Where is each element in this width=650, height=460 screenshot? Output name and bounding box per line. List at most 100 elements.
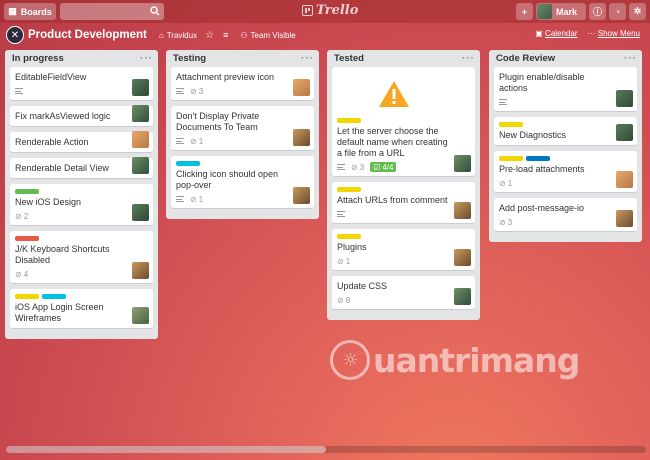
member-avatar[interactable] [293, 187, 310, 204]
card-label-green [15, 189, 39, 194]
list-menu-icon[interactable]: ≡ [223, 30, 228, 40]
board-visibility[interactable]: ⚇ Team Visible [240, 31, 295, 40]
scrollbar-thumb[interactable] [6, 446, 326, 453]
boards-button-label: Boards [20, 6, 52, 17]
card-title: Plugin enable/disable actions [499, 72, 585, 93]
notifications-button[interactable]: ◔ [609, 3, 626, 20]
member-avatar[interactable] [132, 204, 149, 221]
calendar-button[interactable]: ▣ Calendar [535, 29, 577, 38]
card-label-yellow [337, 234, 361, 239]
card[interactable]: Attach URLs from comment [332, 182, 475, 224]
list-testing: Testing ··· Attachment preview icon ⊘ 3 Don't… [166, 50, 319, 219]
card-title: EditableFieldView [15, 72, 87, 82]
list-menu-icon[interactable]: ··· [462, 53, 475, 64]
star-icon[interactable]: ☆ [205, 30, 214, 41]
member-avatar[interactable] [454, 202, 471, 219]
list-menu-icon[interactable]: ··· [140, 53, 153, 64]
board-logo-icon: ✕ [6, 26, 24, 44]
card[interactable]: New Diagnostics [494, 117, 637, 146]
list-header: Code Review ··· [494, 50, 637, 67]
visibility-icon: ⚇ [240, 30, 248, 40]
member-avatar[interactable] [454, 288, 471, 305]
card-labels [337, 118, 450, 123]
board-team[interactable]: ⌂ Travidux [159, 31, 197, 40]
user-menu-button[interactable]: Mark [536, 3, 586, 20]
card-badges: ⊘ 1 [176, 136, 289, 146]
member-avatar[interactable] [616, 90, 633, 107]
member-avatar[interactable] [616, 210, 633, 227]
member-avatar[interactable] [293, 129, 310, 146]
info-button[interactable]: ⓘ [589, 3, 606, 20]
member-avatar[interactable] [616, 171, 633, 188]
card-title: iOS App Login Screen Wireframes [15, 302, 104, 323]
lightbulb-icon: ☼ [330, 340, 370, 380]
attachment-badge: ⊘ 1 [190, 137, 203, 146]
member-avatar[interactable] [132, 157, 149, 174]
card-labels [15, 236, 128, 241]
member-avatar[interactable] [616, 124, 633, 141]
settings-button[interactable]: ✲ [629, 3, 646, 20]
card[interactable]: Add post-message-io ⊘ 3 [494, 198, 637, 232]
card-label-sky [42, 294, 66, 299]
card[interactable]: Fix markAsViewed logic [10, 105, 153, 127]
attachment-badge: ⊘ 3 [190, 87, 203, 96]
paperclip-icon: ⊘ [499, 178, 506, 188]
member-avatar[interactable] [132, 79, 149, 96]
card[interactable]: New iOS Design ⊘ 2 [10, 184, 153, 226]
trello-logo-text: Trello [316, 3, 359, 18]
member-avatar[interactable] [293, 79, 310, 96]
card[interactable]: Renderable Action [10, 131, 153, 153]
search-icon[interactable] [150, 6, 160, 18]
card[interactable]: Update CSS ⊘ 8 [332, 276, 475, 310]
list-menu-icon[interactable]: ··· [301, 53, 314, 64]
card[interactable]: Renderable Detail View [10, 157, 153, 179]
card[interactable]: Attachment preview icon ⊘ 3 [171, 67, 314, 101]
card-labels [15, 294, 128, 299]
show-menu-button[interactable]: ··· Show Menu [588, 29, 640, 38]
member-avatar[interactable] [454, 155, 471, 172]
card-badges: ⊘ 1 [337, 256, 450, 266]
member-avatar[interactable] [132, 131, 149, 148]
add-button[interactable]: + [516, 3, 533, 20]
member-avatar[interactable] [132, 307, 149, 324]
description-icon [337, 211, 345, 217]
card[interactable]: Pre-load attachments ⊘ 1 [494, 151, 637, 193]
list-title[interactable]: In progress [12, 53, 64, 64]
boards-button[interactable]: ▦ Boards [4, 3, 56, 20]
card[interactable]: Let the server choose the default name w… [332, 67, 475, 177]
search-input[interactable] [60, 3, 164, 20]
board-title[interactable]: Product Development [28, 29, 147, 41]
checkbox-icon: ☑ [373, 162, 381, 172]
card-title: Don't Display Private Documents To Team [176, 111, 260, 132]
card[interactable]: Plugin enable/disable actions [494, 67, 637, 112]
card[interactable]: Clicking icon should open pop-over ⊘ 1 [171, 156, 314, 209]
member-avatar[interactable] [454, 249, 471, 266]
card-badges: ⊘ 1 [176, 194, 289, 204]
member-avatar[interactable] [132, 262, 149, 279]
list-title[interactable]: Tested [334, 53, 364, 64]
attachment-count: 8 [345, 295, 351, 305]
attachment-badge: ⊘ 1 [499, 179, 512, 188]
paperclip-icon: ⊘ [190, 136, 197, 146]
description-icon [499, 99, 507, 105]
card[interactable]: iOS App Login Screen Wireframes [10, 289, 153, 329]
paperclip-icon: ⊘ [499, 217, 506, 227]
card[interactable]: Don't Display Private Documents To Team ⊘… [171, 106, 314, 151]
list-title[interactable]: Code Review [496, 53, 555, 64]
attachment-count: 1 [345, 256, 351, 266]
member-avatar[interactable] [132, 105, 149, 122]
card[interactable]: J/K Keyboard Shortcuts Disabled ⊘ 4 [10, 231, 153, 284]
card-title: Renderable Action [15, 137, 89, 147]
show-menu-label: Show Menu [597, 29, 640, 38]
trello-logo[interactable]: Trello [302, 3, 358, 18]
attachment-count: 2 [23, 211, 29, 221]
list-title[interactable]: Testing [173, 53, 206, 64]
card-labels [499, 156, 612, 161]
card[interactable]: Plugins ⊘ 1 [332, 229, 475, 271]
list-menu-icon[interactable]: ··· [624, 53, 637, 64]
card[interactable]: EditableFieldView [10, 67, 153, 101]
boards-icon: ▦ [8, 6, 17, 16]
user-avatar [537, 4, 552, 19]
board-team-label: Travidux [166, 30, 198, 40]
attachment-count: 3 [198, 86, 204, 96]
